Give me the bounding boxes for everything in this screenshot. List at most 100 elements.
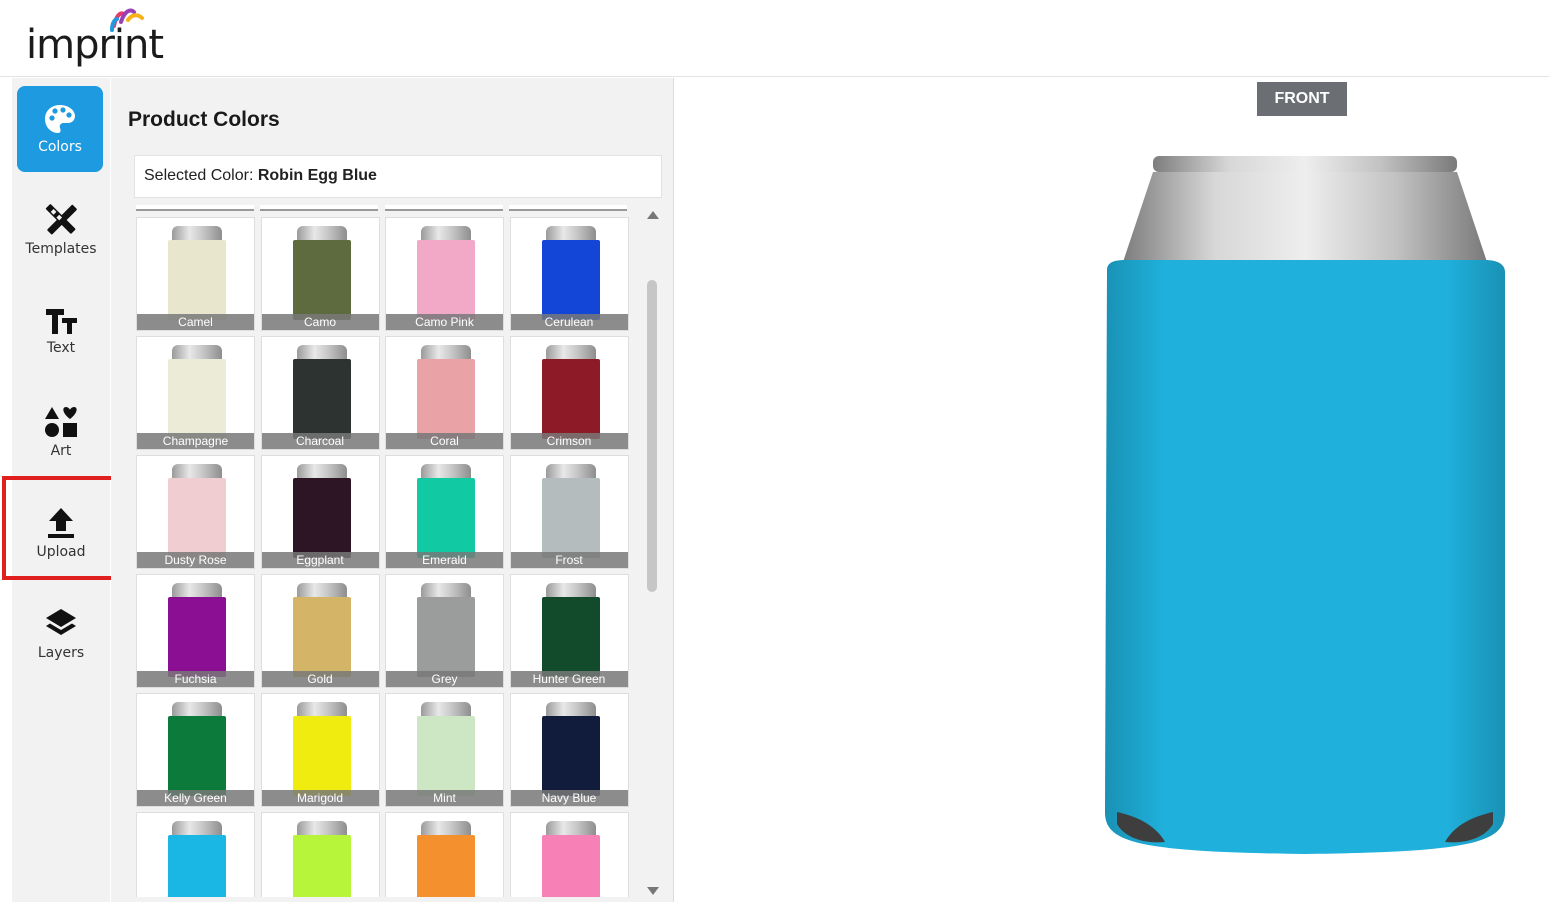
pencil-ruler-icon <box>45 204 77 235</box>
color-swatch[interactable]: Frost <box>509 455 629 569</box>
color-swatch-label: Emerald <box>386 552 503 568</box>
color-swatch[interactable]: Camel <box>136 217 255 331</box>
color-sleeve-image <box>292 359 351 439</box>
sidebar-item-label: Layers <box>37 645 85 661</box>
color-swatch-label: Grey <box>386 671 503 687</box>
color-swatch[interactable]: Hunter Green <box>509 574 629 688</box>
color-swatch[interactable]: Crimson <box>509 336 629 450</box>
product-colors-panel: Product Colors Selected Color: Robin Egg… <box>111 78 674 902</box>
color-swatch[interactable]: Camo <box>260 217 380 331</box>
sidebar-item-colors[interactable]: Colors <box>17 86 103 172</box>
color-sleeve-image <box>417 835 475 897</box>
color-sleeve-image <box>292 597 351 677</box>
color-swatch-label: Champagne <box>137 433 254 449</box>
color-sleeve-image <box>168 240 226 320</box>
color-swatch[interactable]: Dusty Rose <box>136 455 255 569</box>
sidebar-item-label: Templates <box>25 241 97 257</box>
color-sleeve-image <box>292 240 351 320</box>
color-swatch[interactable]: Charcoal <box>260 336 380 450</box>
color-swatch[interactable] <box>385 812 504 897</box>
color-swatch[interactable]: Coral <box>385 336 504 450</box>
color-swatch[interactable] <box>136 812 255 897</box>
previous-row-edge <box>136 205 630 211</box>
color-sleeve-image <box>292 716 351 796</box>
color-swatch-label: Camo <box>261 314 379 330</box>
color-sleeve-image <box>292 835 351 897</box>
scrollbar-thumb[interactable] <box>647 280 657 592</box>
palette-icon <box>45 105 75 133</box>
color-swatch-label: Frost <box>510 552 628 568</box>
selected-color-display: Selected Color: Robin Egg Blue <box>134 155 662 198</box>
color-sleeve-image <box>417 716 475 796</box>
color-grid-scrollbar[interactable] <box>644 208 660 898</box>
color-swatch[interactable]: Gold <box>260 574 380 688</box>
color-swatch-label: Fuchsia <box>137 671 254 687</box>
color-swatch-label: Marigold <box>261 790 379 806</box>
color-sleeve-image <box>417 240 475 320</box>
sidebar-item-label: Art <box>50 443 72 459</box>
imprint-logo[interactable]: imprint <box>26 4 166 72</box>
product-preview: FRONT <box>675 78 1549 902</box>
color-swatch[interactable]: Grey <box>385 574 504 688</box>
selected-color-value: Robin Egg Blue <box>257 167 377 184</box>
color-swatch-label: Hunter Green <box>510 671 628 687</box>
sidebar-item-text[interactable]: Text <box>12 283 110 379</box>
header: imprint <box>0 0 1549 77</box>
koozie-product-image <box>1105 156 1505 854</box>
color-swatch[interactable]: Emerald <box>385 455 504 569</box>
upload-highlight-outline <box>2 476 120 580</box>
color-swatch-label: Gold <box>261 671 379 687</box>
color-swatch[interactable]: Eggplant <box>260 455 380 569</box>
color-swatch[interactable]: Cerulean <box>509 217 629 331</box>
color-swatch[interactable]: Camo Pink <box>385 217 504 331</box>
sidebar-item-templates[interactable]: Templates <box>12 182 110 278</box>
sidebar-item-art[interactable]: Art <box>12 384 110 480</box>
color-swatch[interactable]: Marigold <box>260 693 380 807</box>
selected-color-prefix: Selected Color: <box>144 167 258 184</box>
color-swatch-label: Camo Pink <box>386 314 503 330</box>
color-swatch-label: Mint <box>386 790 503 806</box>
color-sleeve-image <box>168 597 226 677</box>
color-swatch-label: Eggplant <box>261 552 379 568</box>
color-sleeve-image <box>168 478 226 558</box>
color-sleeve-image <box>168 359 226 439</box>
front-side-button[interactable]: FRONT <box>1257 82 1347 116</box>
color-sleeve-image <box>541 835 600 897</box>
color-swatch-label: Coral <box>386 433 503 449</box>
sidebar-item-label: Colors <box>38 139 82 155</box>
color-sleeve-image <box>541 359 600 439</box>
color-sleeve-image <box>541 716 600 796</box>
color-swatch[interactable]: Mint <box>385 693 504 807</box>
color-swatch-label: Charcoal <box>261 433 379 449</box>
color-swatch[interactable] <box>260 812 380 897</box>
color-swatch-label: Camel <box>137 314 254 330</box>
color-sleeve-image <box>168 835 226 897</box>
color-swatch[interactable]: Navy Blue <box>509 693 629 807</box>
color-swatch-label: Dusty Rose <box>137 552 254 568</box>
color-sleeve-image <box>541 240 600 320</box>
sidebar-item-label: Text <box>46 340 76 356</box>
scroll-up-arrow-icon[interactable] <box>647 211 659 219</box>
color-swatch[interactable]: Kelly Green <box>136 693 255 807</box>
color-swatch[interactable] <box>509 812 629 897</box>
color-swatch-label: Cerulean <box>510 314 628 330</box>
color-sleeve-image <box>541 597 600 677</box>
color-sleeve-image <box>417 359 475 439</box>
color-sleeve-image <box>417 478 475 558</box>
text-icon <box>46 309 77 334</box>
design-editor: imprint Colors Templates Text Art Upload… <box>0 0 1549 902</box>
color-swatch-label: Navy Blue <box>510 790 628 806</box>
color-sleeve-image <box>292 478 351 558</box>
layers-icon <box>46 609 76 635</box>
sidebar-item-layers[interactable]: Layers <box>12 586 110 682</box>
color-sleeve-image <box>417 597 475 677</box>
color-swatch-label: Kelly Green <box>137 790 254 806</box>
scroll-down-arrow-icon[interactable] <box>647 887 659 895</box>
color-swatch[interactable]: Champagne <box>136 336 255 450</box>
panel-title: Product Colors <box>128 108 280 131</box>
color-sleeve-image <box>541 478 600 558</box>
color-swatch-label: Crimson <box>510 433 628 449</box>
color-swatch[interactable]: Fuchsia <box>136 574 255 688</box>
color-grid-viewport: Camel Camo Camo Pink Cerulean Champagne Charc… <box>134 205 631 897</box>
shapes-icon <box>45 407 77 437</box>
